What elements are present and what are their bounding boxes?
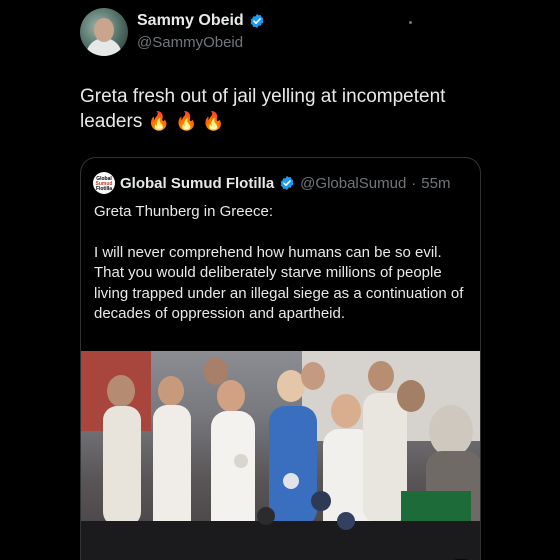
fire-emoji: 🔥 🔥 🔥 <box>147 111 225 131</box>
quoted-avatar[interactable]: Global Sumud Flotilla <box>93 172 115 194</box>
tweet-text: Greta fresh out of jail yelling at incom… <box>80 84 480 134</box>
avatar-face-shape <box>94 18 114 42</box>
tweet-body: Greta fresh out of jail yelling at incom… <box>80 86 451 132</box>
author-name-row: Sammy Obeid <box>137 12 265 30</box>
quoted-tweet-card[interactable]: Global Sumud Flotilla Global Sumud Floti… <box>80 157 481 560</box>
quoted-text: Greta Thunberg in Greece: I will never c… <box>94 202 474 345</box>
quoted-verified-badge-icon <box>280 176 294 190</box>
author-avatar[interactable] <box>80 8 128 56</box>
more-options-icon[interactable] <box>409 21 412 24</box>
quoted-avatar-line-3: Flotilla <box>95 186 113 192</box>
quoted-paragraph-2: I will never comprehend how humans can b… <box>94 243 464 323</box>
quoted-header: Global Sumud Flotilla Global Sumud Floti… <box>93 172 450 194</box>
verified-badge-icon <box>250 14 264 28</box>
tweet-post[interactable]: Sammy Obeid @SammyObeid Greta fresh out … <box>0 0 560 560</box>
crowd-scene-image <box>81 357 480 560</box>
author-handle[interactable]: @SammyObeid <box>137 34 243 51</box>
author-display-name[interactable]: Sammy Obeid <box>137 12 244 30</box>
crowd-figures <box>81 357 480 560</box>
quoted-paragraph-1: Greta Thunberg in Greece: <box>94 203 273 220</box>
quoted-timestamp[interactable]: 55m <box>421 175 450 192</box>
quoted-display-name[interactable]: Global Sumud Flotilla <box>120 175 274 192</box>
video-player[interactable]: 🔇 <box>81 351 480 560</box>
quoted-handle[interactable]: @GlobalSumud <box>300 175 406 192</box>
quoted-separator: · <box>411 174 417 192</box>
